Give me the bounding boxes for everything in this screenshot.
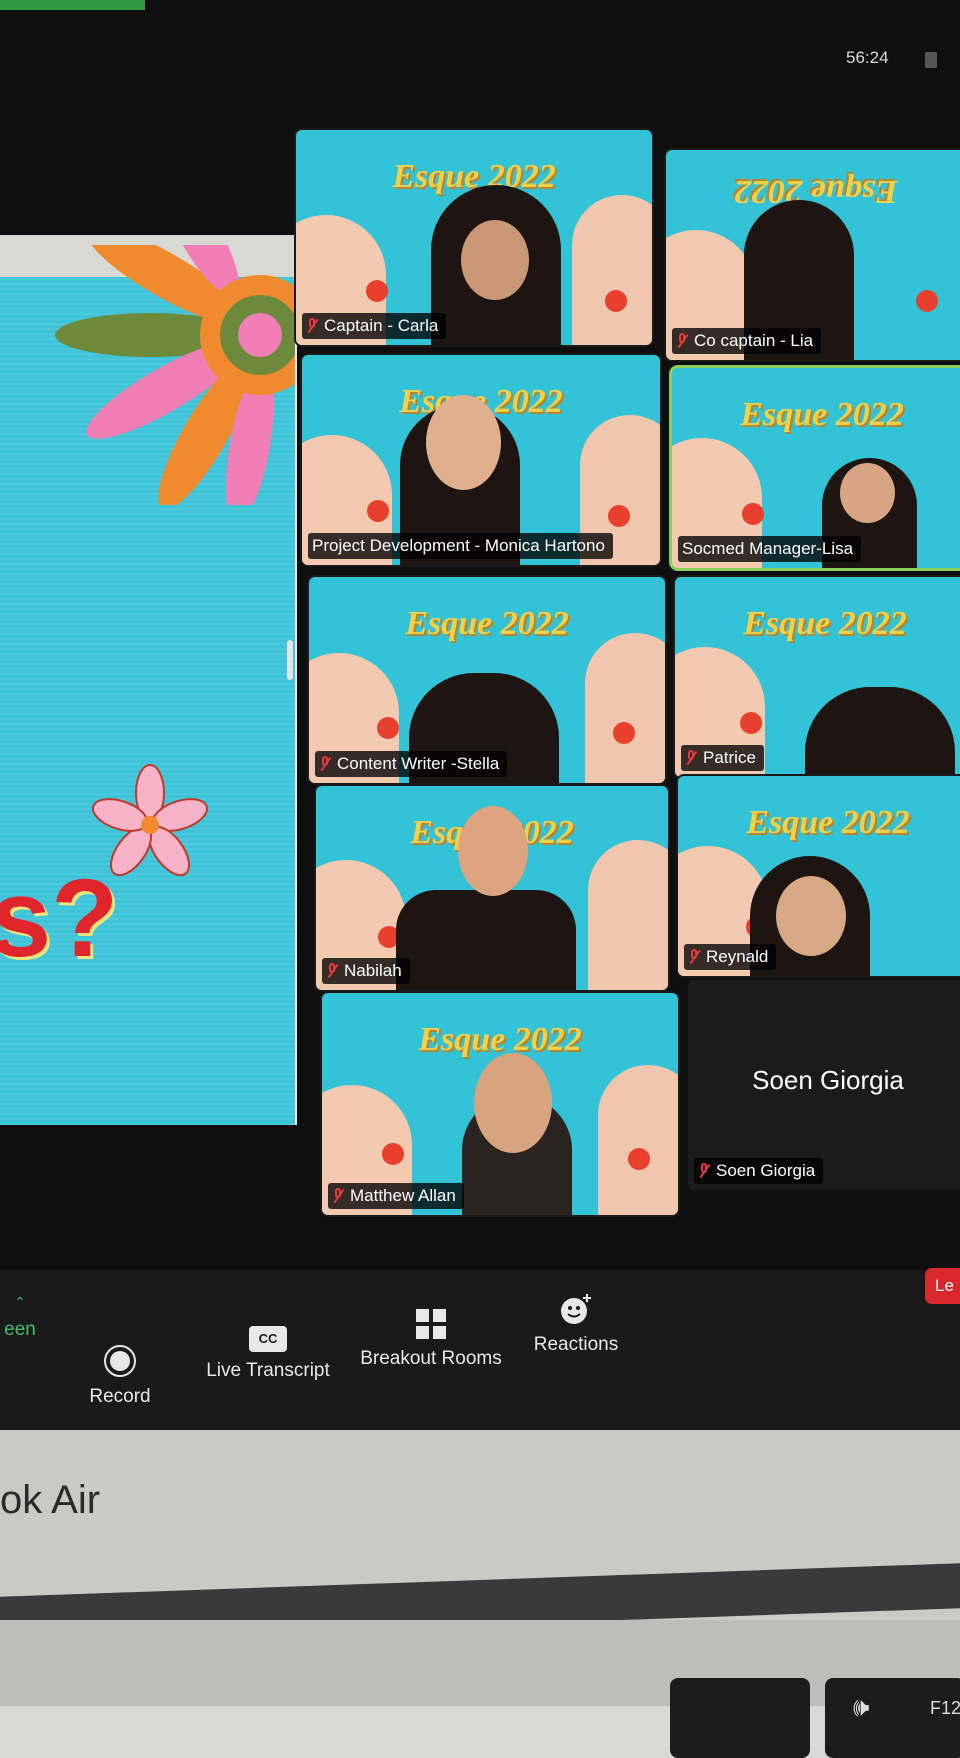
participant-name-tag: Socmed Manager-Lisa — [678, 536, 862, 562]
smiley-plus-icon — [561, 1294, 591, 1324]
mic-muted-icon — [688, 949, 700, 965]
laptop-keyboard-deck — [0, 1620, 960, 1706]
laptop-brand-label: ok Air — [0, 1478, 101, 1522]
meeting-timer: 56:24 — [846, 48, 889, 67]
participant-name-tag: Matthew Allan — [328, 1183, 464, 1209]
cc-icon: CC — [249, 1326, 287, 1352]
leave-button[interactable]: Le — [925, 1268, 960, 1304]
zoom-window: 56:24 s? Esque 2022 Captain - Carla Esqu… — [0, 0, 960, 1430]
background-title: Esque 2022 — [746, 804, 910, 841]
mic-muted-icon — [698, 1163, 710, 1179]
video-tile[interactable]: Esque 2022 Reynald — [678, 776, 960, 976]
mic-muted-icon — [326, 963, 338, 979]
keyboard-key — [670, 1678, 810, 1758]
participant-name-tag: Nabilah — [322, 958, 410, 984]
video-tile-active-speaker[interactable]: Esque 2022 Socmed Manager-Lisa — [672, 368, 960, 568]
share-screen-button[interactable]: ⌃ een — [0, 1294, 40, 1341]
participant-name-tag: Soen Giorgia — [694, 1158, 824, 1184]
background-title: Esque 2022 — [405, 605, 569, 642]
participant-name-tag: Captain - Carla — [302, 313, 447, 339]
participant-display-name: Soen Giorgia — [752, 1065, 904, 1095]
record-button[interactable]: Record — [78, 1344, 162, 1408]
flower-decoration-large — [55, 245, 295, 505]
live-transcript-button[interactable]: CC Live Transcript — [198, 1326, 338, 1382]
background-title: Esque 2022 — [743, 605, 907, 642]
participant-name-tag: Project Development - Monica Hartono — [308, 533, 613, 559]
volume-icon: 🕪 — [853, 1692, 870, 1722]
shared-screen: s? — [0, 235, 297, 1125]
background-title: Esque 2022 — [740, 396, 904, 433]
mic-muted-icon — [319, 756, 331, 772]
reactions-button[interactable]: Reactions — [528, 1292, 624, 1356]
flower-decoration-small — [92, 764, 208, 877]
breakout-rooms-button[interactable]: Breakout Rooms — [358, 1308, 504, 1370]
participant-name-tag: Co captain - Lia — [672, 328, 822, 354]
panel-resize-handle[interactable] — [287, 640, 293, 680]
mic-muted-icon — [332, 1188, 344, 1204]
video-tile[interactable]: Esque 2022 Co captain - Lia — [666, 150, 960, 360]
mic-muted-icon — [676, 333, 688, 349]
participant-name-tag: Patrice — [681, 745, 764, 771]
video-tile[interactable]: Esque 2022 Content Writer -Stella — [309, 577, 665, 783]
video-tile[interactable]: Esque 2022 Patrice — [675, 577, 960, 777]
background-title: Esque 2022 — [418, 1021, 582, 1058]
participant-name-tag: Content Writer -Stella — [315, 751, 508, 777]
chevron-up-icon[interactable]: ⌃ — [0, 1294, 40, 1311]
keyboard-key-f12: 🕪 F12 — [825, 1678, 960, 1758]
meeting-toolbar: ⌃ een Record CC Live Transcript Breakout… — [0, 1270, 960, 1430]
video-tile[interactable]: Esque 2022 Nabilah — [316, 786, 668, 990]
screen-share-indicator — [0, 0, 145, 10]
mic-muted-icon — [685, 750, 697, 766]
video-tile[interactable]: Esque 2022 Project Development - Monica … — [302, 355, 660, 565]
view-icon[interactable] — [925, 52, 937, 68]
grid-icon — [416, 1309, 446, 1339]
video-tile-camera-off[interactable]: Soen Giorgia Soen Giorgia — [688, 980, 960, 1190]
video-tile[interactable]: Esque 2022 Captain - Carla — [296, 130, 652, 345]
mic-muted-icon — [306, 318, 318, 334]
video-tile[interactable]: Esque 2022 Matthew Allan — [322, 993, 678, 1215]
participant-name-tag: Reynald — [684, 944, 777, 970]
record-icon — [104, 1345, 136, 1377]
